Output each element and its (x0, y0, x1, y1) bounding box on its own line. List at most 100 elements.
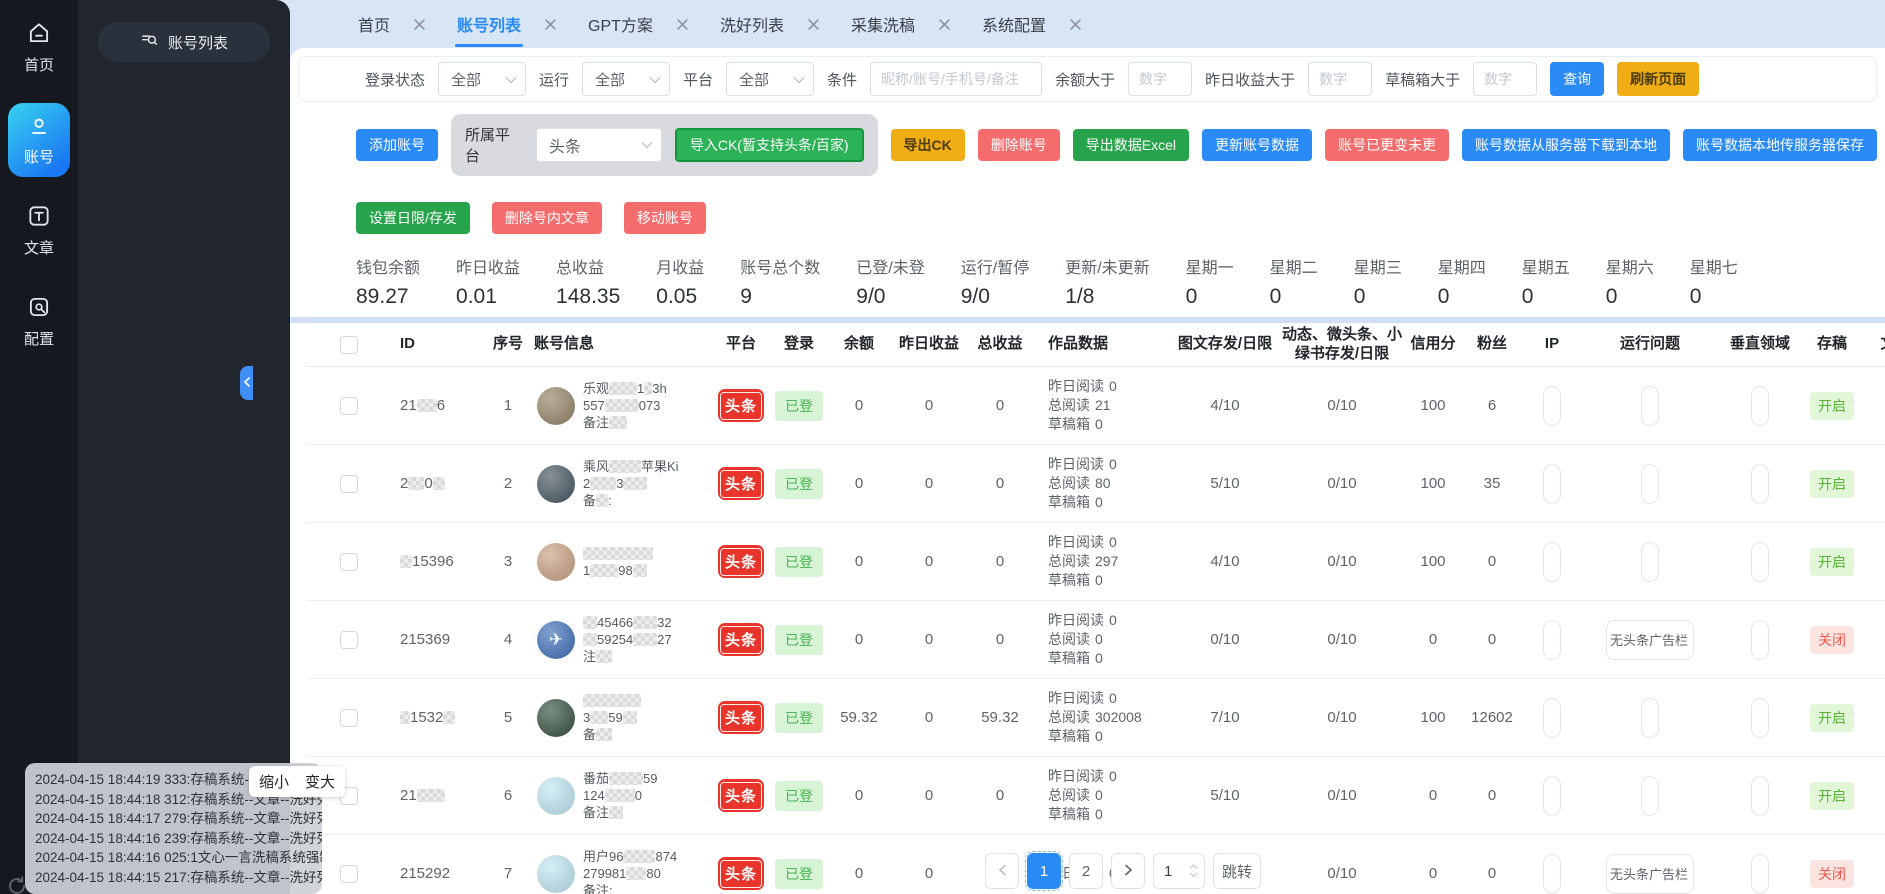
update-account-data-button[interactable]: 更新账号数据 (1202, 129, 1312, 161)
tab-gpt-plan[interactable]: GPT方案 (588, 8, 688, 40)
ip-input[interactable] (1543, 854, 1561, 894)
account-info-line: 557073 (583, 397, 667, 414)
tab-washed-list[interactable]: 洗好列表 (720, 8, 819, 40)
ip-input[interactable] (1543, 386, 1561, 426)
ip-input[interactable] (1543, 464, 1561, 504)
tab-collect-wash[interactable]: 采集洗稿 (851, 8, 950, 40)
vertical-field-input[interactable] (1751, 776, 1769, 816)
balance-gt-input[interactable] (1128, 62, 1192, 96)
jump-page-input[interactable]: 1 (1153, 853, 1205, 889)
run-issue-input[interactable]: 无头条广告栏 (1606, 620, 1694, 660)
run-select[interactable]: 全部 (582, 62, 670, 96)
condition-input[interactable] (870, 62, 1042, 96)
vertical-field-input[interactable] (1751, 542, 1769, 582)
page-button-2[interactable]: 2 (1069, 853, 1103, 889)
cell-ip (1524, 542, 1580, 582)
download-from-server-button[interactable]: 账号数据从服务器下载到本地 (1462, 129, 1670, 161)
home-icon (26, 20, 52, 46)
vertical-field-input[interactable] (1751, 386, 1769, 426)
jump-button[interactable]: 跳转 (1213, 853, 1261, 889)
close-icon[interactable] (939, 19, 950, 30)
stat-item: 已登/未登 9/0 (856, 254, 924, 309)
login-status-select[interactable]: 全部 (438, 62, 526, 96)
next-page-button[interactable] (1111, 853, 1145, 889)
vertical-field-input[interactable] (1751, 698, 1769, 738)
tab-home[interactable]: 首页 (358, 8, 425, 40)
cell-id: 21 (392, 787, 488, 804)
ip-input[interactable] (1543, 542, 1561, 582)
sidebar-item-home[interactable]: 首页 (24, 20, 54, 75)
cell-platform: 头条 (714, 779, 768, 812)
close-icon[interactable] (545, 19, 556, 30)
cell-works-data: 昨日阅读0总阅读0草稿箱0 (1030, 611, 1172, 668)
row-checkbox[interactable] (340, 865, 358, 883)
run-issue-input[interactable] (1641, 542, 1659, 582)
page-button-1[interactable]: 1 (1027, 853, 1061, 889)
cell-id: 215292 (392, 865, 488, 882)
refresh-page-button[interactable]: 刷新页面 (1617, 62, 1699, 96)
export-excel-button[interactable]: 导出数据Excel (1073, 129, 1189, 161)
delete-account-button[interactable]: 删除账号 (978, 129, 1060, 161)
export-ck-button[interactable]: 导出CK (891, 129, 965, 161)
ip-input[interactable] (1543, 620, 1561, 660)
works-line: 草稿箱0 (1048, 649, 1172, 668)
upload-to-server-button[interactable]: 账号数据本地传服务器保存 (1683, 129, 1877, 161)
works-line: 总阅读21 (1048, 396, 1172, 415)
vertical-field-input[interactable] (1751, 620, 1769, 660)
chevron-down-icon (505, 71, 517, 88)
pagination: 1 2 1 跳转 (985, 853, 1261, 889)
tab-system-config[interactable]: 系统配置 (982, 8, 1081, 40)
yesterday-gt-input[interactable] (1308, 62, 1372, 96)
tab-account-list[interactable]: 账号列表 (457, 8, 556, 40)
select-all-checkbox[interactable] (340, 336, 358, 354)
import-ck-button[interactable]: 导入CK(暂支持头条/百家) (675, 128, 864, 162)
vertical-field-input[interactable] (1751, 854, 1769, 894)
platform-select[interactable]: 全部 (726, 62, 814, 96)
add-account-button[interactable]: 添加账号 (356, 129, 438, 161)
cell-fans: 0 (1460, 631, 1524, 648)
ip-input[interactable] (1543, 698, 1561, 738)
censored-block (400, 555, 412, 568)
close-icon[interactable] (1070, 19, 1081, 30)
cell-ip (1524, 776, 1580, 816)
run-issue-input[interactable] (1641, 386, 1659, 426)
ip-input[interactable] (1543, 776, 1561, 816)
run-issue-input[interactable] (1641, 698, 1659, 738)
run-issue-input[interactable] (1641, 464, 1659, 504)
row-checkbox[interactable] (340, 631, 358, 649)
draft-gt-input[interactable] (1473, 62, 1537, 96)
close-icon[interactable] (677, 19, 688, 30)
sidebar-item-article[interactable]: 文章 (24, 203, 54, 258)
row-checkbox[interactable] (340, 553, 358, 571)
move-account-button[interactable]: 移动账号 (624, 202, 706, 234)
row-checkbox[interactable] (340, 397, 358, 415)
collapse-sidebar-handle[interactable] (240, 366, 253, 400)
account-info-line: 备注 (583, 804, 657, 821)
changed-not-updated-button[interactable]: 账号已更变未更 (1325, 129, 1449, 161)
prev-page-button[interactable] (985, 853, 1019, 889)
close-icon[interactable] (808, 19, 819, 30)
sidebar-item-account[interactable]: 账号 (8, 103, 70, 177)
delete-articles-button[interactable]: 删除号内文章 (492, 202, 602, 234)
run-issue-input[interactable]: 无头条广告栏 (1606, 854, 1694, 894)
sidebar-item-config[interactable]: 配置 (24, 294, 54, 349)
censored-block (605, 789, 635, 802)
log-grow-button[interactable]: 变大 (305, 771, 335, 792)
log-line: 2024-04-15 18:44:17 279:存稿系统--文章--洗好列表没 (35, 809, 322, 829)
query-button[interactable]: 查询 (1550, 62, 1604, 96)
user-icon (26, 114, 52, 140)
row-checkbox[interactable] (340, 475, 358, 493)
close-icon[interactable] (414, 19, 425, 30)
condition-label: 条件 (827, 69, 857, 90)
run-issue-input[interactable] (1641, 776, 1659, 816)
works-line: 草稿箱0 (1048, 415, 1172, 434)
vertical-field-input[interactable] (1751, 464, 1769, 504)
stat-label: 已登/未登 (856, 254, 924, 278)
platform-group-select[interactable]: 头条 (536, 128, 662, 162)
set-limit-button[interactable]: 设置日限/存发 (356, 202, 470, 234)
sidebar-search[interactable]: 账号列表 (98, 22, 270, 62)
stepper-icons[interactable] (1189, 864, 1198, 878)
log-shrink-button[interactable]: 缩小 (259, 771, 289, 792)
stat-item: 星期二 0 (1270, 254, 1318, 309)
row-checkbox[interactable] (340, 709, 358, 727)
